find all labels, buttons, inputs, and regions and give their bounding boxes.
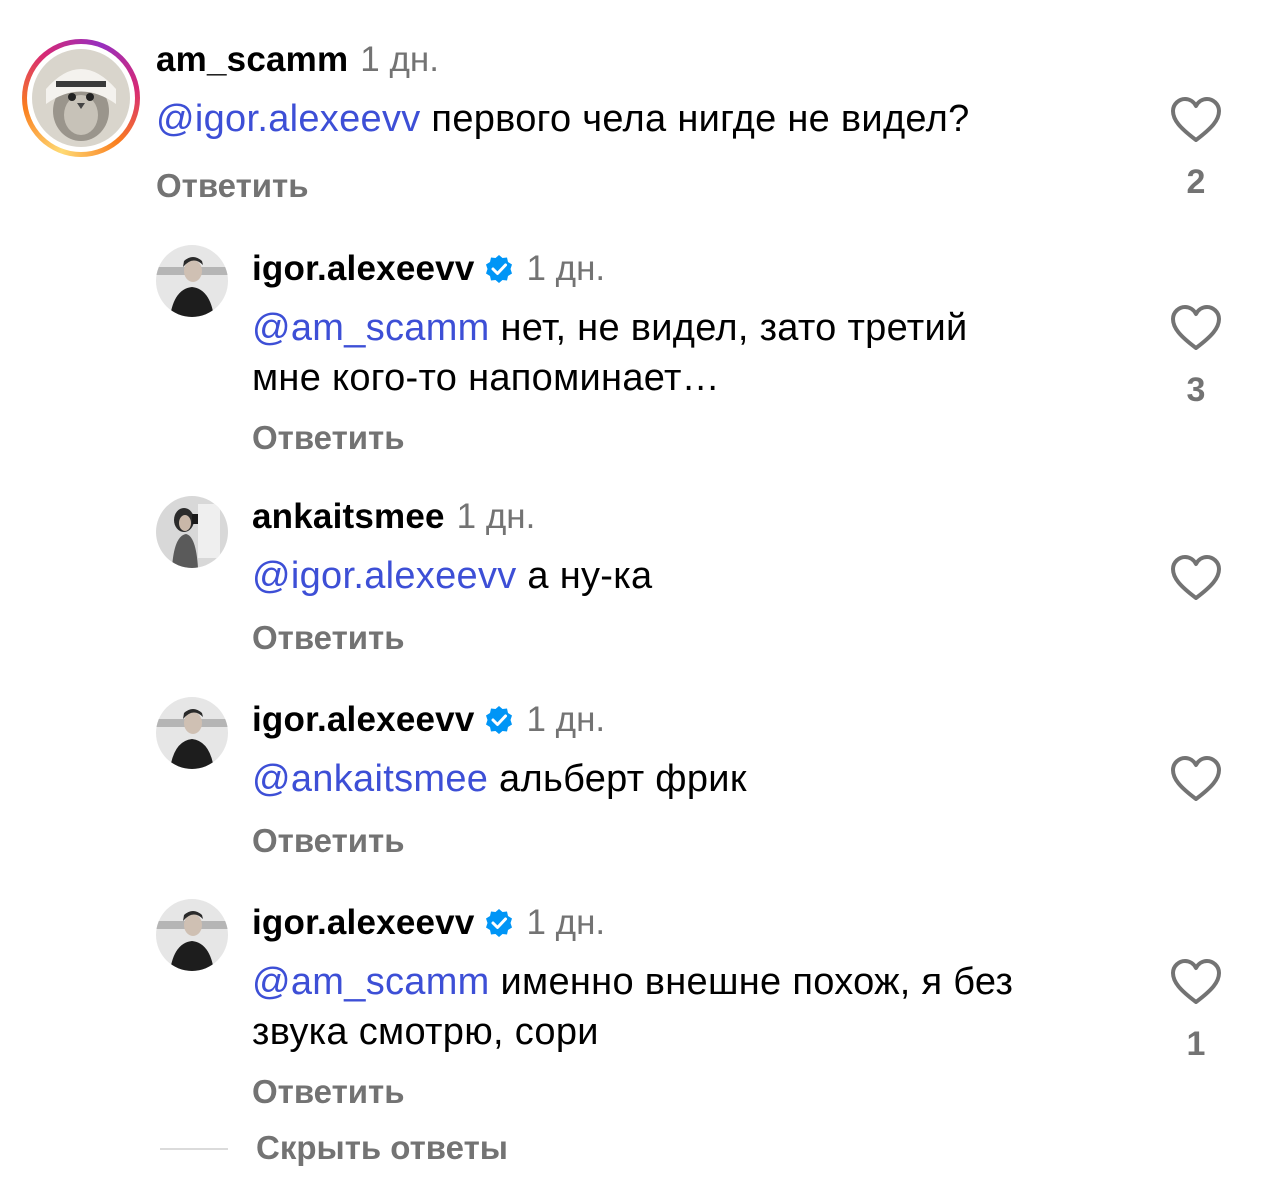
- mention-link[interactable]: @am_scamm: [252, 961, 490, 1003]
- comment-text: @am_scamm нет, не видел, зато третий мне…: [252, 303, 1132, 403]
- reply-button[interactable]: Ответить: [252, 821, 405, 861]
- verified-badge-icon: [484, 705, 514, 735]
- username[interactable]: igor.alexeevv: [252, 249, 474, 289]
- comment-body: именно внешне похож, я без: [489, 961, 1014, 1003]
- comment-body-line2: мне кого-то напоминает…: [252, 357, 720, 399]
- like-button[interactable]: [1170, 304, 1222, 352]
- timestamp: 1 дн.: [526, 903, 606, 942]
- like-area: [1170, 554, 1222, 602]
- username[interactable]: igor.alexeevv: [252, 700, 474, 740]
- comment-text: @igor.alexeevv а ну-ка: [252, 551, 1132, 601]
- comment-body: альберт фрик: [488, 758, 747, 800]
- comment-text: @ankaitsmee альберт фрик: [252, 754, 1132, 804]
- reply-button[interactable]: Ответить: [252, 418, 405, 458]
- hide-replies-divider: [160, 1148, 228, 1150]
- like-area: 1: [1170, 958, 1222, 1064]
- reply-button[interactable]: Ответить: [252, 618, 405, 658]
- comment-header: igor.alexeevv 1 дн.: [252, 249, 605, 289]
- avatar[interactable]: [156, 697, 228, 769]
- timestamp: 1 дн.: [526, 249, 606, 288]
- timestamp: 1 дн.: [360, 40, 439, 79]
- heart-icon: [1171, 97, 1221, 142]
- comment-header: ankaitsmee 1 дн.: [252, 497, 535, 537]
- like-count: 1: [1186, 1025, 1206, 1063]
- comment-text: @igor.alexeevv первого чела нигде не вид…: [156, 94, 1036, 144]
- like-count: 2: [1186, 163, 1206, 201]
- avatar[interactable]: [156, 245, 228, 317]
- username[interactable]: am_scamm: [156, 40, 348, 80]
- mirror-selfie-avatar-icon: [156, 496, 228, 568]
- comment-body: нет, не видел, зато третий: [489, 307, 968, 349]
- mention-link[interactable]: @am_scamm: [252, 307, 490, 349]
- timestamp: 1 дн.: [526, 700, 606, 739]
- like-count: 3: [1186, 371, 1206, 409]
- heart-icon: [1171, 959, 1221, 1004]
- hide-replies-button[interactable]: Скрыть ответы: [256, 1128, 508, 1168]
- username[interactable]: ankaitsmee: [252, 497, 445, 537]
- avatar[interactable]: [32, 49, 130, 147]
- verified-badge-icon: [484, 908, 514, 938]
- comment-body: а ну-ка: [516, 555, 653, 597]
- verified-badge-icon: [484, 254, 514, 284]
- username[interactable]: igor.alexeevv: [252, 903, 474, 943]
- like-button[interactable]: [1170, 554, 1222, 602]
- person-photo-avatar-icon: [156, 697, 228, 769]
- comment-header: am_scamm 1 дн.: [156, 40, 439, 80]
- timestamp: 1 дн.: [456, 497, 536, 536]
- mention-link[interactable]: @igor.alexeevv: [156, 98, 421, 140]
- like-area: [1170, 755, 1222, 803]
- comment-header: igor.alexeevv 1 дн.: [252, 700, 605, 740]
- penguin-avatar-icon: [32, 49, 130, 147]
- heart-icon: [1171, 555, 1221, 600]
- mention-link[interactable]: @ankaitsmee: [252, 758, 488, 800]
- mention-link[interactable]: @igor.alexeevv: [252, 555, 517, 597]
- heart-icon: [1171, 756, 1221, 801]
- comment-body-line2: звука смотрю, сори: [252, 1011, 599, 1053]
- person-photo-avatar-icon: [156, 899, 228, 971]
- like-button[interactable]: [1170, 755, 1222, 803]
- like-button[interactable]: [1170, 958, 1222, 1006]
- reply-button[interactable]: Ответить: [156, 166, 309, 206]
- comment-text: @am_scamm именно внешне похож, я без зву…: [252, 957, 1132, 1057]
- like-area: 2: [1170, 96, 1222, 202]
- like-area: 3: [1170, 304, 1222, 410]
- heart-icon: [1171, 305, 1221, 350]
- person-photo-avatar-icon: [156, 245, 228, 317]
- like-button[interactable]: [1170, 96, 1222, 144]
- comment-header: igor.alexeevv 1 дн.: [252, 903, 605, 943]
- comment-body: первого чела нигде не видел?: [420, 98, 970, 140]
- reply-button[interactable]: Ответить: [252, 1072, 405, 1112]
- avatar[interactable]: [156, 496, 228, 568]
- avatar[interactable]: [156, 899, 228, 971]
